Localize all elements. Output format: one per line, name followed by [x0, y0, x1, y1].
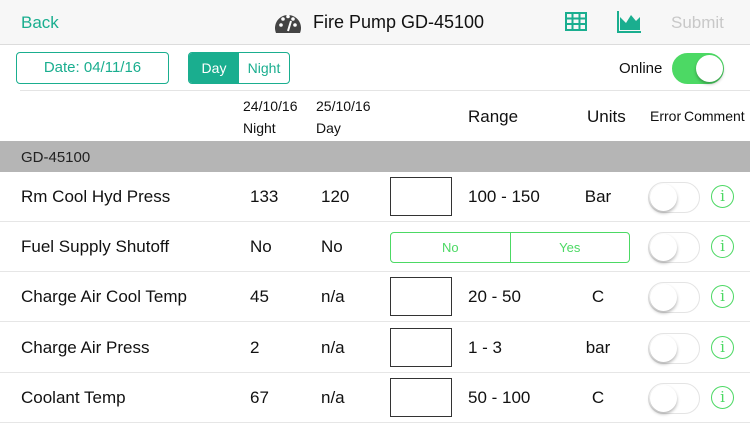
nav-bar: Back Fire Pump GD-45100 Submit — [0, 0, 750, 45]
value-col1: 133 — [250, 187, 279, 206]
back-button[interactable]: Back — [21, 13, 59, 33]
comment-header: Comment — [684, 108, 745, 124]
value-col2: No — [321, 237, 343, 256]
col2-shift: Day — [316, 120, 341, 136]
value-col2: n/a — [321, 287, 345, 306]
submit-button[interactable]: Submit — [671, 13, 724, 33]
chart-icon[interactable] — [617, 11, 641, 33]
table-row: Rm Cool Hyd Press 133 120 100 - 150 Bar … — [0, 172, 750, 222]
reading-input[interactable] — [390, 328, 452, 367]
col2-header: 25/10/16 Day — [316, 95, 371, 139]
parameter-name: Rm Cool Hyd Press — [21, 187, 171, 206]
info-icon[interactable]: i — [711, 185, 734, 208]
units-value: C — [591, 287, 605, 306]
range-value: 50 - 100 — [468, 388, 531, 407]
units-value: Bar — [584, 187, 612, 206]
reading-input[interactable] — [390, 378, 452, 417]
units-value: bar — [585, 338, 611, 357]
value-col1: 67 — [250, 388, 269, 407]
col2-date: 25/10/16 — [316, 98, 371, 114]
section-header: GD-45100 — [0, 141, 750, 172]
date-button[interactable]: Date: 04/11/16 — [16, 52, 169, 84]
range-value: 1 - 3 — [468, 338, 503, 357]
parameter-name: Charge Air Press — [21, 338, 150, 357]
table-icon[interactable] — [565, 12, 587, 31]
col1-shift: Night — [243, 120, 276, 136]
value-col1: 45 — [250, 287, 269, 306]
error-header: Error — [650, 108, 682, 124]
value-col1: No — [250, 237, 272, 256]
range-value: 20 - 50 — [468, 287, 521, 306]
page-title: Fire Pump GD-45100 — [313, 12, 485, 32]
table-row: Coolant Temp 67 n/a 50 - 100 C i — [0, 373, 750, 423]
yes-option[interactable]: Yes — [509, 233, 630, 262]
units-value: C — [591, 388, 605, 407]
no-option[interactable]: No — [391, 233, 510, 262]
online-label: Online — [619, 60, 663, 77]
divider — [20, 90, 750, 91]
parameter-name: Fuel Supply Shutoff — [21, 237, 170, 256]
parameter-name: Coolant Temp — [21, 388, 126, 407]
value-col2: n/a — [321, 338, 345, 357]
night-segment[interactable]: Night — [239, 53, 289, 83]
gauge-icon — [275, 14, 301, 33]
error-toggle[interactable] — [648, 182, 700, 213]
yes-no-control: No Yes — [390, 232, 630, 263]
table-row: Fuel Supply Shutoff No No No Yes i — [0, 222, 750, 272]
col1-date: 24/10/16 — [243, 98, 298, 114]
online-toggle[interactable] — [672, 53, 724, 84]
reading-input[interactable] — [390, 277, 452, 316]
day-segment[interactable]: Day — [189, 53, 239, 83]
error-toggle[interactable] — [648, 333, 700, 364]
value-col1: 2 — [250, 338, 260, 357]
info-icon[interactable]: i — [711, 285, 734, 308]
info-icon[interactable]: i — [711, 235, 734, 258]
reading-input[interactable] — [390, 177, 452, 216]
range-value: 100 - 150 — [468, 187, 540, 206]
parameter-name: Charge Air Cool Temp — [21, 287, 187, 306]
value-col2: 120 — [321, 187, 350, 206]
col1-header: 24/10/16 Night — [243, 95, 298, 139]
table-row: Charge Air Press 2 n/a 1 - 3 bar i — [0, 323, 750, 373]
value-col2: n/a — [321, 388, 345, 407]
range-header: Range — [468, 107, 519, 126]
table-row: Charge Air Cool Temp 45 n/a 20 - 50 C i — [0, 272, 750, 322]
info-icon[interactable]: i — [711, 336, 734, 359]
error-toggle[interactable] — [648, 232, 700, 263]
shift-segmented-control: Day Night — [188, 52, 290, 84]
error-toggle[interactable] — [648, 282, 700, 313]
units-header: Units — [587, 107, 626, 126]
error-toggle[interactable] — [648, 383, 700, 414]
info-icon[interactable]: i — [711, 386, 734, 409]
